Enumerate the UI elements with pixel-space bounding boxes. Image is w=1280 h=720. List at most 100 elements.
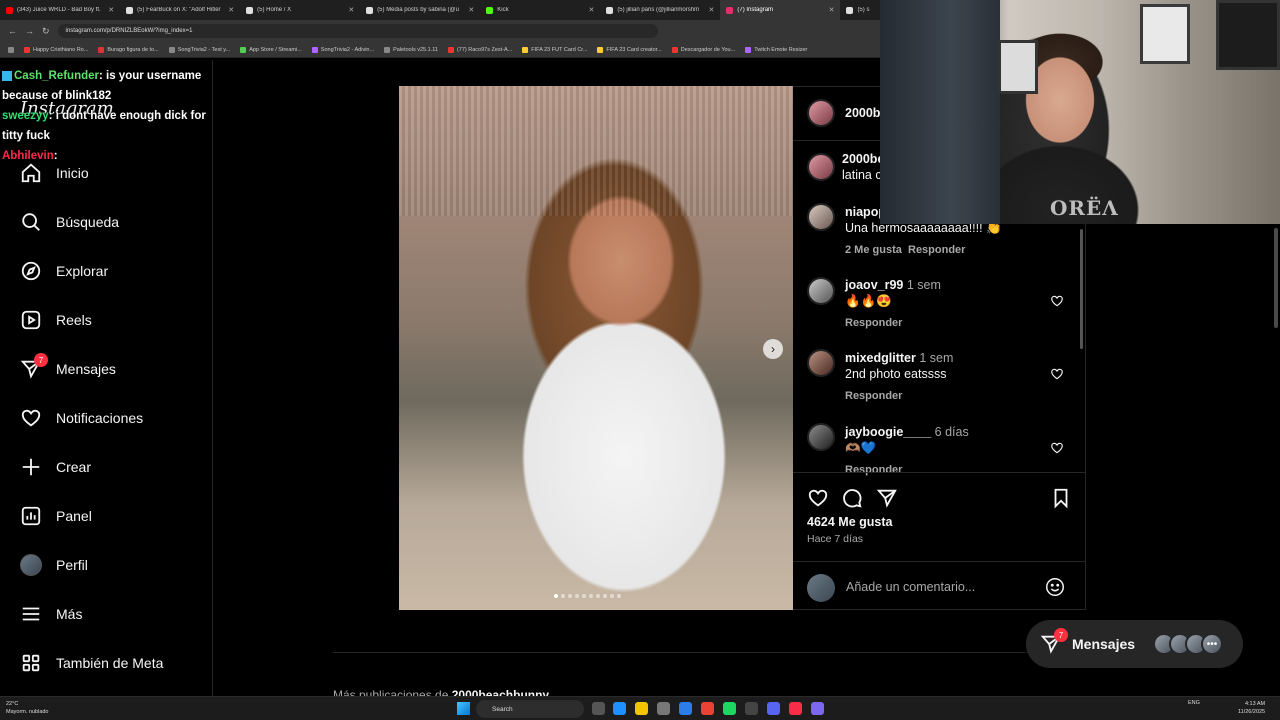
page-scrollbar[interactable] [1274,228,1278,328]
bookmark[interactable]: Descargador de You... [671,46,735,53]
reply-link[interactable]: Responder [908,244,965,256]
sidebar-item-tambien-de-meta[interactable]: También de Meta [20,650,163,676]
sidebar-item-panel[interactable]: Panel [20,503,92,529]
reply-link[interactable]: Responder [845,390,902,402]
url-input[interactable]: instagram.com/p/DRNIZLBEokW/?img_index=1 [57,24,658,38]
sidebar-item-label: Perfil [56,557,88,573]
close-icon[interactable]: ✕ [709,6,715,14]
like-comment-heart-icon[interactable] [1050,441,1064,455]
comment-username[interactable]: jayboogie____ 6 días [845,425,969,439]
comment-likes[interactable]: 2 Me gusta [845,244,902,256]
close-icon[interactable]: ✕ [588,6,594,14]
taskbar-search[interactable]: Search [476,700,584,718]
spotify-icon[interactable] [723,702,736,715]
store-icon[interactable] [657,702,670,715]
bookmark[interactable]: (77) Raco97s Zest-A... [447,46,512,53]
emoji-icon[interactable] [1044,576,1066,598]
edge-icon[interactable] [613,702,626,715]
carousel-dot [589,594,593,598]
bookmark[interactable]: FIFA 23 Card creator... [597,46,662,53]
like-count[interactable]: 4624 Me gusta [807,515,892,529]
x-icon [126,6,134,14]
like-heart-icon[interactable] [807,487,829,509]
close-icon[interactable]: ✕ [348,6,354,14]
browser-tab[interactable]: (343) Juice WRLD - Bad Boy ft. ✕ [0,0,120,20]
bookmark[interactable]: Burago figura de to... [98,46,159,53]
sidebar-item-busqueda[interactable]: Búsqueda [20,209,119,235]
share-icon[interactable] [876,487,898,509]
section-divider [333,652,1087,653]
browser-tab[interactable]: (5) Home / X ✕ [240,0,360,20]
chrome-icon[interactable] [701,702,714,715]
clock[interactable]: 4:13 AM 11/26/2025 [1238,700,1265,716]
comment-username[interactable]: joaov_r99 1 sem [845,278,941,292]
caption-author[interactable]: 2000be [842,152,884,166]
plus-icon [20,456,42,478]
app-icon[interactable] [811,702,824,715]
browser-tab[interactable]: (5) Media posts by sabina (@u ✕ [360,0,480,20]
language-indicator[interactable]: ENG [1188,700,1200,706]
browser-tab[interactable]: (5) jillian paris (@jillianmorshm ✕ [600,0,720,20]
avatar[interactable] [807,99,835,127]
discord-icon[interactable] [767,702,780,715]
comment-text: 🫶🏽💙 [845,441,877,455]
avatar[interactable] [807,349,835,377]
obs-icon[interactable] [745,702,758,715]
post-image[interactable] [399,86,793,610]
sidebar-item-reels[interactable]: Reels [20,307,92,333]
screen: (343) Juice WRLD - Bad Boy ft. ✕ (5) Fear… [0,0,1280,720]
bookmark[interactable]: SongTrivia2 - Test y... [168,46,230,53]
bookmark[interactable]: App Store / Streami... [240,46,302,53]
avatar[interactable] [807,203,835,231]
windows-start-icon[interactable] [457,702,470,715]
reload-icon[interactable]: ↻ [42,26,50,37]
bookmark[interactable]: Twitch Emote Resizer [745,46,807,53]
close-icon[interactable]: ✕ [228,6,234,14]
next-image-button[interactable]: › [763,339,783,359]
browser-tab-active[interactable]: (7) Instagram ✕ [720,0,841,20]
close-icon[interactable]: ✕ [829,6,835,14]
like-comment-heart-icon[interactable] [1050,294,1064,308]
comment-input[interactable]: Añade un comentario... [846,580,975,594]
carousel-dot [561,594,565,598]
bookmark[interactable]: Happy Cristhiano Ro... [24,46,88,53]
badge-icon [2,70,12,81]
messages-floating-button[interactable]: 7 Mensajes ••• [1026,620,1243,668]
reply-link[interactable]: Responder [845,464,902,476]
reply-link[interactable]: Responder [845,317,902,329]
apps-icon[interactable] [8,46,14,53]
x-icon [606,6,614,14]
weather-widget[interactable]: 22°C Mayorm. nublado [6,700,49,716]
comment-username[interactable]: mixedglitter 1 sem [845,351,953,365]
sidebar-item-mas[interactable]: Más [20,601,82,627]
task-view-icon[interactable] [592,702,605,715]
avatar[interactable] [807,153,835,181]
file-explorer-icon[interactable] [635,702,648,715]
mail-icon[interactable] [679,702,692,715]
caption-text: latina c [842,168,882,182]
close-icon[interactable]: ✕ [108,6,114,14]
browser-tab[interactable]: (5) s [840,0,880,20]
bookmark[interactable]: FIFA 23 FUT Card Cr... [522,46,587,53]
sidebar-item-perfil[interactable]: Perfil [20,552,88,578]
bookmark[interactable]: SongTrivia2 - Adivin... [311,46,374,53]
close-icon[interactable]: ✕ [468,6,474,14]
sidebar-item-crear[interactable]: Crear [20,454,91,480]
browser-tab[interactable]: (5) FearBuck on X: "Adolf Hitler ✕ [120,0,240,20]
sidebar-item-explorar[interactable]: Explorar [20,258,108,284]
like-comment-heart-icon[interactable] [1050,367,1064,381]
comments-scrollbar[interactable] [1080,229,1083,349]
back-icon[interactable]: ← [8,26,17,36]
save-bookmark-icon[interactable] [1050,487,1072,509]
music-icon[interactable] [789,702,802,715]
browser-tab[interactable]: Kick ✕ [480,0,600,20]
post-author[interactable]: 2000b [845,106,880,120]
sidebar-item-mensajes[interactable]: 7 Mensajes [20,353,116,382]
forward-icon[interactable]: → [25,26,34,36]
bookmark[interactable]: Paletools v25.1.11 [384,46,438,53]
avatar[interactable] [807,277,835,305]
sidebar-item-notificaciones[interactable]: Notificaciones [20,405,143,431]
comment-time: 6 días [934,425,969,439]
comment-icon[interactable] [841,487,863,509]
avatar[interactable] [807,423,835,451]
